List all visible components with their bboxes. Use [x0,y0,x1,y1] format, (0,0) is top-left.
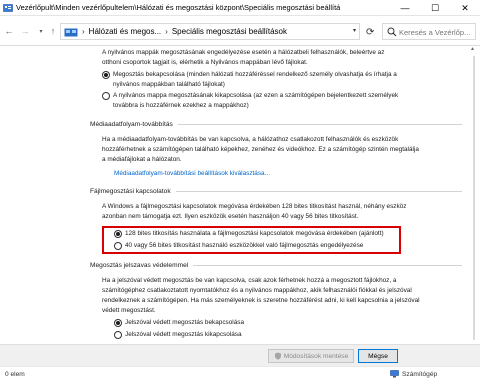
section-title: Médiaadatfolyam-továbbítás [90,120,178,128]
option-label: Megosztás bekapcsolása (minden hálózati … [113,71,397,88]
item-count: 0 elem [5,371,25,378]
radio-button[interactable] [114,331,122,339]
maximize-button[interactable]: ☐ [420,0,450,16]
option-label: Jelszóval védett megosztás bekapcsolása [125,319,245,326]
control-panel-icon [3,4,13,12]
breadcrumb-separator: › [82,27,85,36]
close-button[interactable]: ✕ [450,0,480,16]
forward-button[interactable]: → [18,24,32,38]
section-title: Fájlmegosztási kapcsolatok [90,187,176,195]
search-box[interactable] [382,23,476,40]
file-sharing-header: Fájlmegosztási kapcsolatok [90,186,462,196]
save-changes-button[interactable]: Módosítások mentése [268,349,354,363]
minimize-button[interactable]: — [390,0,420,16]
radio-button[interactable] [114,230,122,238]
breadcrumb-separator: › [165,27,168,36]
location-label: Számítógép [402,370,438,378]
address-bar-row: ← → ▾ ↑ › Hálózati és megos... › Speciál… [0,16,480,46]
status-location: Számítógép [390,370,437,378]
password-protection-on-option[interactable]: Jelszóval védett megosztás bekapcsolása [114,318,244,328]
cancel-button[interactable]: Mégse [358,349,398,363]
search-input[interactable] [399,26,475,38]
radio-button[interactable] [102,71,110,79]
public-sharing-off-option[interactable]: A nyilvános mappa megosztásának kikapcso… [102,91,420,110]
dialog-footer: Módosítások mentése Mégse [0,344,480,366]
section-divider [177,123,462,125]
status-bar: 0 elem Számítógép [0,366,480,382]
scrollbar-track[interactable] [473,56,475,340]
media-streaming-options-link[interactable]: Médiaadatfolyam-továbbítási beállítások … [114,170,270,177]
radio-button[interactable] [102,92,110,100]
public-folder-description: A nyilvános mappák megosztásának engedél… [102,49,385,66]
save-changes-label: Módosítások mentése [283,352,349,360]
option-label: A nyilvános mappa megosztásának kikapcso… [113,92,399,109]
section-divider [175,190,462,192]
encryption-40-56-option[interactable]: 40 vagy 56 bites titkosítást használó es… [114,241,404,251]
scroll-up-icon[interactable]: ▲ [470,46,475,52]
window-title: Vezérlőpult\Minden vezérlőpultelem\Hálóz… [16,3,341,12]
option-label: 40 vagy 56 bites titkosítást használó es… [125,242,364,249]
file-sharing-description: A Windows a fájlmegosztási kapcsolatok m… [102,203,407,220]
network-folder-icon [64,28,78,36]
media-streaming-header: Médiaadatfolyam-továbbítás [90,119,462,129]
address-box[interactable]: › Hálózati és megos... › Speciális megos… [60,23,360,40]
public-sharing-on-option[interactable]: Megosztás bekapcsolása (minden hálózati … [102,70,420,89]
address-dropdown-icon[interactable]: ▾ [353,27,356,34]
breadcrumb-advanced-sharing[interactable]: Speciális megosztási beállítások [172,27,287,36]
title-bar: Vezérlőpult\Minden vezérlőpultelem\Hálóz… [0,0,480,16]
radio-button[interactable] [114,319,122,327]
password-protection-description: Ha a jelszóval védett megosztás be van k… [102,277,420,314]
refresh-icon[interactable]: ⟳ [366,27,374,38]
section-divider [193,264,462,266]
password-protection-header: Megosztás jelszavas védelemmel [90,260,462,270]
back-button[interactable]: ← [2,24,16,38]
radio-button[interactable] [114,242,122,250]
option-label: 128 bites titkosítás használata a fájlme… [125,230,384,237]
section-title: Megosztás jelszavas védelemmel [90,261,194,269]
computer-icon [390,370,399,378]
breadcrumb-network-center[interactable]: Hálózati és megos... [89,27,161,36]
settings-content: A nyilvános mappák megosztásának engedél… [0,46,468,352]
media-streaming-description: Ha a médiaadatfolyam-továbbítás be van k… [102,136,419,163]
password-protection-off-option[interactable]: Jelszóval védett megosztás kikapcsolása [114,330,242,340]
encryption-128-option[interactable]: 128 bites titkosítás használata a fájlme… [114,229,404,239]
vertical-scrollbar[interactable]: ▲ ▼ [470,46,478,352]
up-button[interactable]: ↑ [46,24,60,38]
option-label: Jelszóval védett megosztás kikapcsolása [125,331,242,338]
uac-shield-icon [274,352,281,360]
search-icon [387,27,397,37]
